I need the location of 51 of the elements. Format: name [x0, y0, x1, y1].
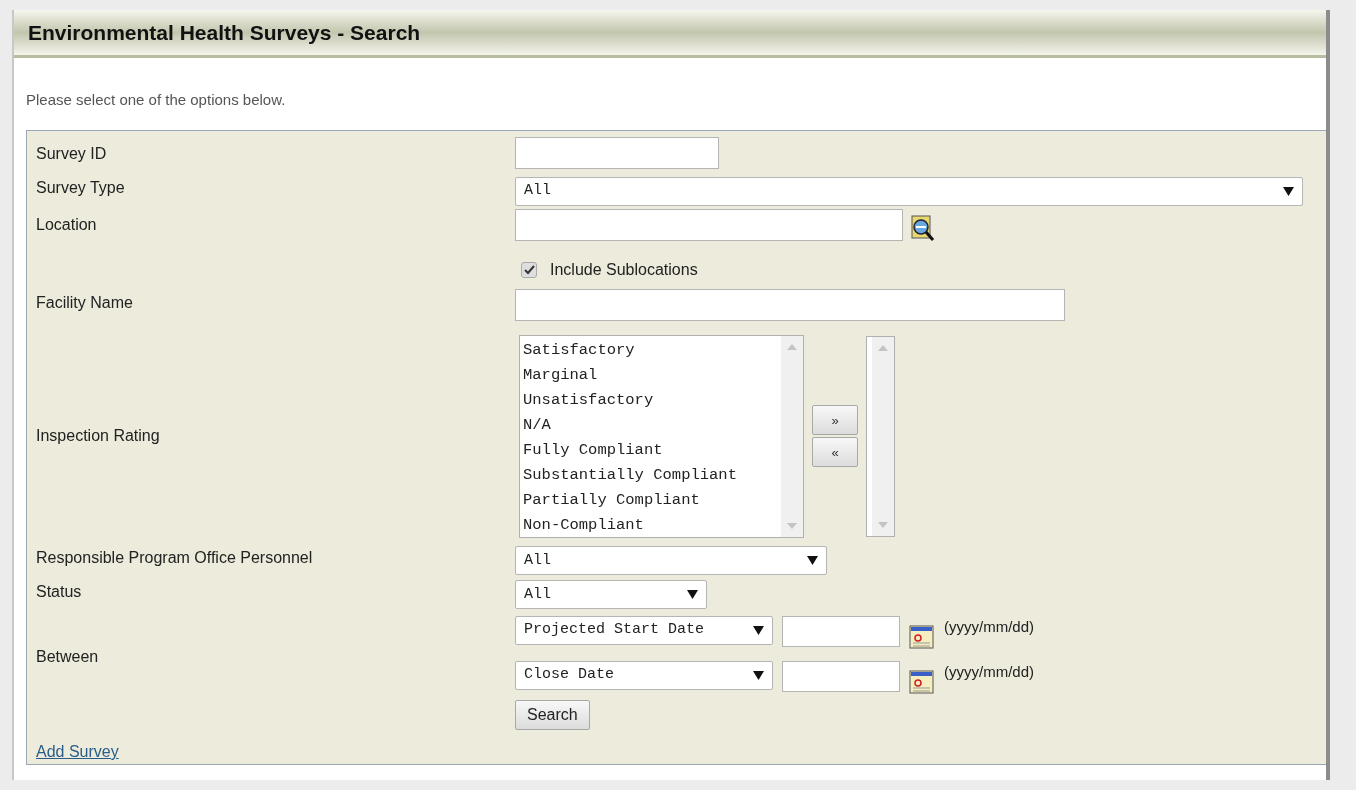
page-title: Environmental Health Surveys - Search	[28, 19, 421, 46]
calendar-icon[interactable]	[909, 623, 935, 650]
field-label: Facility Name	[36, 293, 133, 311]
calendar-icon[interactable]	[909, 668, 935, 695]
caret-icon	[753, 624, 764, 636]
caret-icon	[807, 555, 818, 567]
add-button[interactable]: »	[812, 405, 858, 436]
caret-icon	[687, 589, 698, 601]
scroll-down-icon[interactable]	[787, 522, 797, 529]
list-option[interactable]: Non-Compliant	[523, 512, 781, 538]
scroll-down-icon[interactable]	[878, 521, 888, 528]
date-type-select[interactable]: Close Date	[515, 660, 773, 690]
date-type-select[interactable]: Projected Start Date	[515, 615, 773, 645]
sublocations-checkbox[interactable]	[521, 261, 537, 278]
list-option[interactable]: N/A	[523, 412, 781, 438]
caret-icon	[1283, 185, 1294, 197]
date-field[interactable]	[782, 660, 900, 692]
selected-list[interactable]	[866, 335, 895, 537]
field-label: Inspection Rating	[36, 427, 160, 445]
remove-button[interactable]: «	[812, 437, 858, 468]
list-option[interactable]: Unsatisfactory	[523, 387, 781, 413]
list-option[interactable]: Satisfactory	[523, 337, 781, 363]
list-option[interactable]: Fully Compliant	[523, 437, 781, 463]
field-label: Responsible Program Office Personnel	[36, 549, 313, 567]
facility-name-field[interactable]	[515, 288, 1065, 321]
checkmark-icon	[523, 264, 535, 275]
date-format-hint: (yyyy/mm/dd)	[944, 616, 1034, 637]
checkbox-label: Include Sublocations	[550, 259, 698, 280]
field-label: Survey Type	[36, 178, 125, 196]
survey-type-select[interactable]: All	[515, 176, 1303, 206]
field-label: Location	[36, 215, 97, 233]
field-label: Survey ID	[36, 145, 107, 162]
personnel-select[interactable]: All	[515, 546, 827, 576]
field-label: Status	[36, 583, 82, 601]
add-survey-link[interactable]: Add Survey	[36, 743, 119, 760]
status-select[interactable]: All	[515, 580, 707, 610]
date-format-hint: (yyyy/mm/dd)	[944, 661, 1034, 682]
location-field[interactable]	[515, 208, 903, 241]
available-list[interactable]: Satisfactory Marginal Unsatisfactory N/A Fully Compliant Substantially Compliant Partially Compliant Non-Compliant	[519, 334, 804, 538]
search-button[interactable]: Search	[515, 700, 590, 730]
instruction-text: Please select one of the options below.	[26, 89, 286, 110]
caret-icon	[753, 669, 764, 681]
scroll-up-icon[interactable]	[878, 344, 888, 351]
list-option[interactable]: Marginal	[523, 362, 781, 388]
list-option[interactable]: Partially Compliant	[523, 487, 781, 513]
field-label: Between	[36, 648, 99, 666]
date-field[interactable]	[782, 615, 900, 647]
search-icon[interactable]	[911, 214, 935, 243]
survey-id-field[interactable]	[515, 137, 719, 169]
scroll-up-icon[interactable]	[787, 343, 797, 350]
list-option[interactable]: Substantially Compliant	[523, 462, 781, 488]
